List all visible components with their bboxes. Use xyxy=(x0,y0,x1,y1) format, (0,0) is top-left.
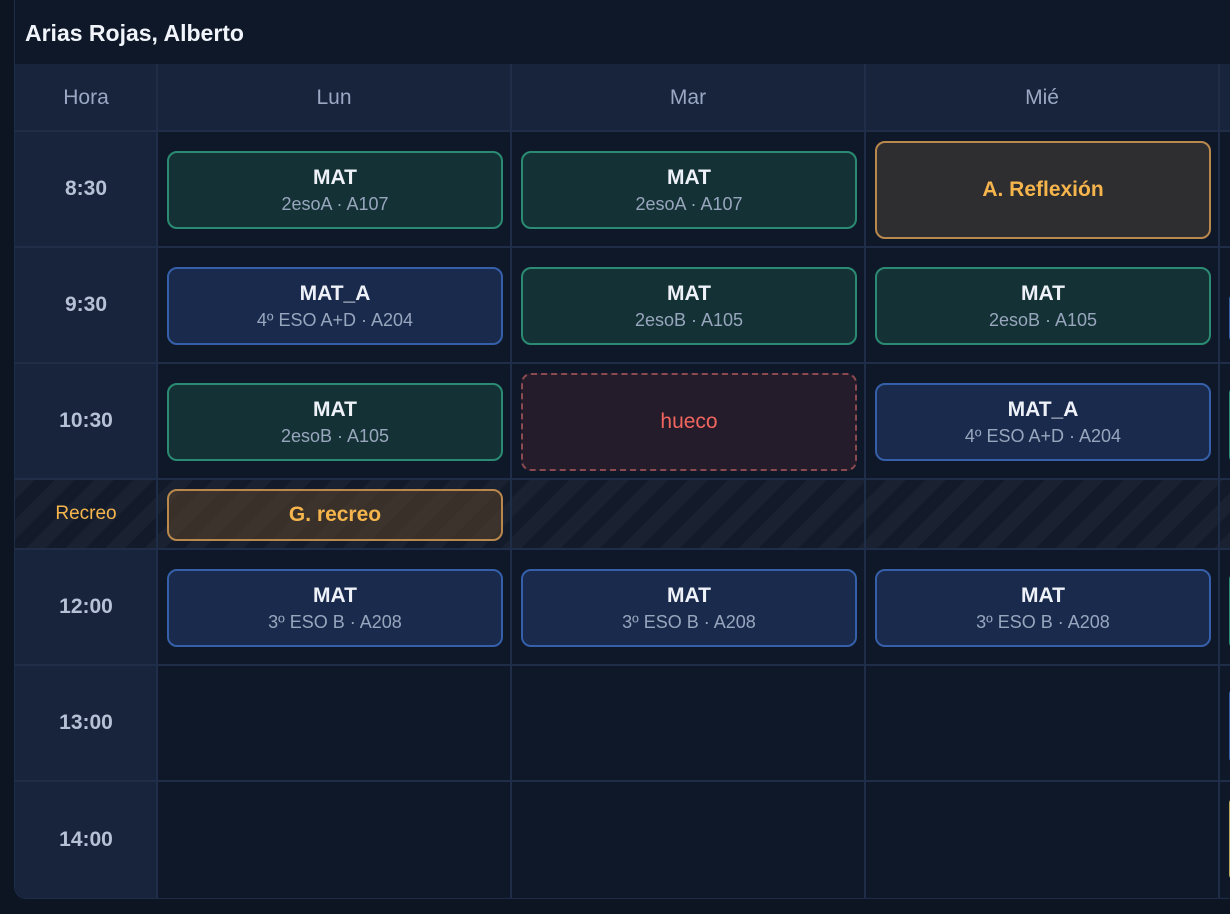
row-divider xyxy=(15,664,1230,666)
class-subject: MAT xyxy=(667,583,711,607)
class-subject: MAT_A xyxy=(299,281,371,305)
schedule-panel: Arias Rojas, Alberto Hora Lun Mar Mié 8:… xyxy=(14,0,1230,899)
duty-label: G. recreo xyxy=(288,503,382,526)
col-divider xyxy=(864,64,866,898)
row-divider xyxy=(15,548,1230,550)
class-group-room: 4º ESO A+D · A204 xyxy=(256,309,414,330)
recreo-duty-card-lun[interactable]: G. recreo xyxy=(167,489,503,541)
time-label: 12:00 xyxy=(59,595,113,618)
teacher-name-title: Arias Rojas, Alberto xyxy=(25,20,244,46)
time-label: 9:30 xyxy=(64,293,108,316)
time-label: 14:00 xyxy=(59,828,113,851)
class-group-room: 2esoB · A105 xyxy=(988,309,1098,330)
row-divider xyxy=(15,246,1230,248)
class-subject: MAT_A xyxy=(1007,397,1079,421)
class-group-room: 3º ESO B · A208 xyxy=(976,611,1110,632)
time-label: 8:30 xyxy=(64,177,108,200)
class-subject: MAT xyxy=(313,583,357,607)
class-card-mar-0830[interactable]: MAT 2esoA · A107 xyxy=(521,151,857,229)
row-divider xyxy=(15,130,1230,132)
class-card-lun-1200[interactable]: MAT 3º ESO B · A208 xyxy=(167,569,503,647)
header-day-mie: Mié xyxy=(1025,85,1059,109)
row-divider xyxy=(15,478,1230,480)
class-card-lun-0930[interactable]: MAT_A 4º ESO A+D · A204 xyxy=(167,267,503,345)
gap-label: hueco xyxy=(660,410,718,433)
class-card-mar-0930[interactable]: MAT 2esoB · A105 xyxy=(521,267,857,345)
row-divider xyxy=(15,362,1230,364)
class-subject: MAT xyxy=(667,165,711,189)
class-card-mie-0830[interactable]: A. Reflexión xyxy=(875,141,1211,239)
class-group-room: 4º ESO A+D · A204 xyxy=(964,425,1122,446)
class-card-lun-0830[interactable]: MAT 2esoA · A107 xyxy=(167,151,503,229)
class-subject: MAT xyxy=(313,165,357,189)
class-card-mar-1200[interactable]: MAT 3º ESO B · A208 xyxy=(521,569,857,647)
row-divider xyxy=(15,780,1230,782)
col-divider xyxy=(156,64,158,898)
header-hora: Hora xyxy=(63,85,109,109)
class-group-room: 3º ESO B · A208 xyxy=(268,611,402,632)
class-subject: MAT xyxy=(667,281,711,305)
time-label: 13:00 xyxy=(59,711,113,734)
recreo-label: Recreo xyxy=(55,503,117,524)
timetable-grid: Hora Lun Mar Mié 8:30 9:30 10:30 Recreo … xyxy=(15,64,1230,898)
class-group-room: 2esoA · A107 xyxy=(635,193,743,214)
header-day-lun: Lun xyxy=(316,85,352,109)
gap-slot-mar-1030[interactable]: hueco xyxy=(521,373,857,471)
class-card-mie-1030[interactable]: MAT_A 4º ESO A+D · A204 xyxy=(875,383,1211,461)
col-divider xyxy=(510,64,512,898)
class-card-mie-0930[interactable]: MAT 2esoB · A105 xyxy=(875,267,1211,345)
class-subject: MAT xyxy=(313,397,357,421)
class-subject: A. Reflexión xyxy=(982,178,1104,201)
class-card-mie-1200[interactable]: MAT 3º ESO B · A208 xyxy=(875,569,1211,647)
class-subject: MAT xyxy=(1021,281,1065,305)
class-group-room: 3º ESO B · A208 xyxy=(622,611,756,632)
header-day-mar: Mar xyxy=(669,85,707,109)
class-card-lun-1030[interactable]: MAT 2esoB · A105 xyxy=(167,383,503,461)
class-group-room: 2esoB · A105 xyxy=(280,425,390,446)
class-group-room: 2esoA · A107 xyxy=(281,193,389,214)
time-label: 10:30 xyxy=(59,409,113,432)
col-divider xyxy=(1218,64,1220,898)
class-group-room: 2esoB · A105 xyxy=(634,309,744,330)
class-subject: MAT xyxy=(1021,583,1065,607)
